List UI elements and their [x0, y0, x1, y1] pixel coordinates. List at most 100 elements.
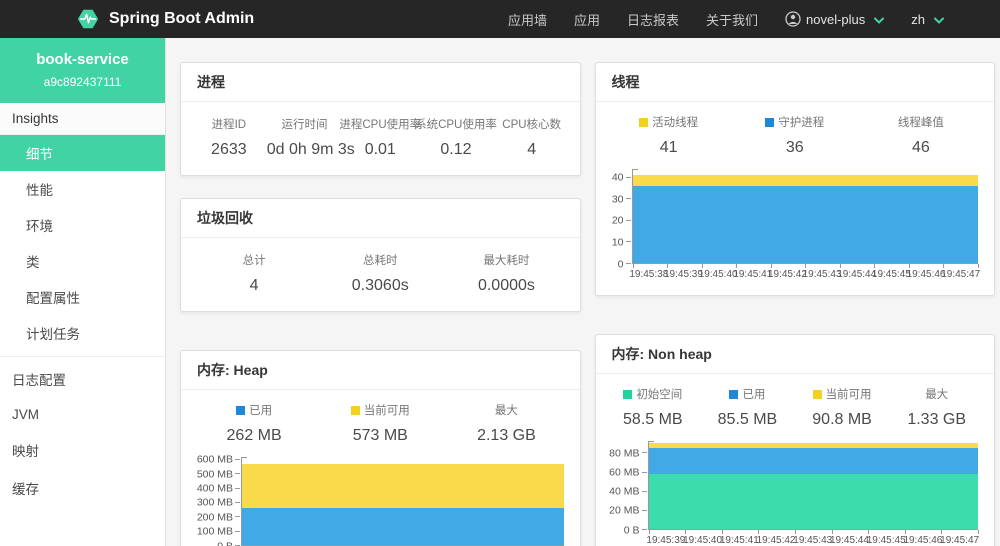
x-tick-label: 19:45:47	[940, 535, 980, 546]
y-axis: 0 B 20 MB 40 MB 60 MB 80 MB	[602, 441, 648, 535]
x-axis-labels: 19:45:39 19:45:40 19:45:41 19:45:42 19:45:43…	[646, 530, 980, 546]
x-tick-label: 19:45:45	[871, 269, 911, 280]
y-tick-mark	[625, 176, 631, 178]
sidebar-item-loggers[interactable]: 日志配置	[0, 360, 165, 398]
language-selector[interactable]: zh	[911, 12, 944, 27]
language-label: zh	[911, 11, 925, 27]
nonheap-card-title: 内存: Non heap	[595, 335, 994, 374]
sidebar-item-mappings[interactable]: 映射	[0, 431, 165, 469]
instance-id: a9c892437111	[43, 75, 122, 89]
stat-nonheap-initial: 初始空间 58.5 MB	[623, 389, 683, 428]
x-tick-label: 19:45:40	[683, 535, 723, 546]
x-tick-label: 19:45:44	[830, 535, 869, 546]
y-tick-label: 0	[617, 257, 624, 270]
area-series	[242, 507, 564, 545]
sidebar-item-caches[interactable]: 缓存	[0, 469, 165, 507]
user-icon	[785, 11, 801, 27]
sidebar-item-scheduled-tasks[interactable]: 计划任务	[0, 315, 165, 351]
user-menu[interactable]: novel-plus	[785, 11, 885, 27]
y-tick-label: 40	[611, 171, 624, 184]
process-card: 进程 进程ID 2633 运行时间 0d 0h 9m 3s 进程CPU使用率 0…	[180, 62, 581, 176]
y-tick-mark	[235, 501, 240, 503]
nonheap-legend: 初始空间 58.5 MB 已用 85.5 MB 当前可用 90.8 MB 最大 …	[596, 374, 995, 441]
main-content: 进程 进程ID 2633 运行时间 0d 0h 9m 3s 进程CPU使用率 0…	[166, 38, 1000, 546]
x-tick-label: 19:45:38	[629, 269, 669, 280]
threads-card-title: 线程	[595, 63, 994, 102]
legend-swatch	[639, 117, 649, 127]
y-tick-mark	[625, 219, 631, 221]
nav-item-wallboard[interactable]: 应用墙	[508, 10, 547, 29]
gc-card: 垃圾回收 总计 4 总耗时 0.3060s 最大耗时 0.0000s	[180, 198, 581, 312]
sidebar-item-classes[interactable]: 类	[0, 243, 165, 279]
y-tick-label: 200 MB	[196, 511, 233, 524]
legend-swatch	[236, 405, 246, 415]
stat-system-cpu: 系统CPU使用率 0.12	[415, 119, 497, 158]
top-navbar: Spring Boot Admin 应用墙 应用 日志报表 关于我们 novel…	[0, 0, 1000, 38]
y-tick-mark	[625, 263, 631, 264]
stat-pid: 进程ID 2633	[211, 119, 247, 158]
y-tick-label: 40 MB	[609, 485, 640, 498]
area-series	[632, 175, 978, 187]
y-tick-label: 0 B	[623, 523, 640, 536]
y-tick-mark	[235, 530, 240, 532]
brand-title: Spring Boot Admin	[109, 10, 255, 27]
chevron-down-icon	[874, 12, 885, 27]
x-tick-label: 19:45:43	[802, 269, 842, 280]
x-tick-label: 19:45:45	[866, 535, 906, 546]
gc-card-title: 垃圾回收	[181, 199, 580, 238]
process-card-title: 进程	[181, 63, 580, 102]
heap-memory-chart: 0 B 100 MB 200 MB 300 MB 400 MB 500 MB 600 MB …	[181, 455, 580, 546]
user-name: novel-plus	[806, 11, 866, 27]
x-tick-label: 19:45:44	[837, 269, 877, 280]
threads-legend: 活动线程 41 守护进程 36 线程峰值 46	[596, 102, 995, 169]
y-tick-mark	[641, 509, 647, 511]
spring-boot-admin-logo-icon	[76, 7, 100, 31]
stat-live-threads: 活动线程 41	[606, 114, 732, 157]
y-tick-label: 30	[611, 192, 624, 205]
stat-daemon-threads: 守护进程 36	[732, 114, 858, 157]
sidebar-item-config-properties[interactable]: 配置属性	[0, 279, 165, 315]
area-series	[648, 448, 978, 474]
chevron-down-icon	[934, 12, 944, 27]
nav-item-applications[interactable]: 应用	[574, 10, 600, 29]
sidebar-item-environment[interactable]: 环境	[0, 207, 165, 243]
plot-area	[631, 169, 979, 268]
brand[interactable]: Spring Boot Admin	[76, 7, 254, 31]
stat-process-cpu: 进程CPU使用率 0.01	[339, 119, 422, 158]
sidebar-item-performance[interactable]: 性能	[0, 171, 165, 207]
y-tick-mark	[235, 487, 240, 489]
area-series	[242, 463, 564, 508]
y-tick-label: 400 MB	[196, 482, 233, 495]
area-series	[648, 443, 978, 449]
threads-card: 线程 活动线程 41 守护进程 36 线程峰值 46 0 10 20 30 40…	[594, 62, 995, 296]
y-tick-mark	[625, 241, 631, 243]
y-tick-label: 500 MB	[196, 467, 233, 480]
heap-legend: 已用 262 MB 当前可用 573 MB 最大 2.13 GB	[181, 390, 580, 457]
y-tick-label: 80 MB	[609, 447, 640, 460]
stat-heap-used: 已用 262 MB	[226, 405, 282, 444]
x-tick-label: 19:45:40	[698, 269, 738, 280]
sidebar-item-jvm[interactable]: JVM	[0, 398, 165, 431]
legend-swatch	[812, 389, 822, 399]
y-tick-mark	[235, 473, 240, 475]
instance-header: book-service a9c892437111	[0, 38, 165, 103]
legend-swatch	[765, 117, 775, 127]
nav-item-log-report[interactable]: 日志报表	[627, 10, 679, 29]
sidebar: book-service a9c892437111 Insights 细节 性能…	[0, 38, 166, 546]
x-tick-label: 19:45:39	[646, 535, 686, 546]
nonheap-memory-card: 内存: Non heap 初始空间 58.5 MB 已用 85.5 MB 当前可…	[594, 334, 995, 546]
groups-menu: 日志配置 JVM 映射 缓存	[0, 356, 165, 507]
stat-nonheap-used: 已用 85.5 MB	[717, 389, 778, 428]
legend-swatch	[623, 389, 633, 399]
heap-memory-card: 内存: Heap 已用 262 MB 当前可用 573 MB 最大 2.13 G…	[180, 350, 581, 546]
stat-gc-total-time: 总耗时 0.3060s	[351, 255, 409, 294]
x-tick-label: 19:45:39	[664, 269, 703, 280]
right-column: 线程 活动线程 41 守护进程 36 线程峰值 46 0 10 20 30 40…	[594, 62, 995, 546]
nav-item-about[interactable]: 关于我们	[706, 10, 758, 29]
x-tick-label: 19:45:42	[756, 535, 796, 546]
sidebar-item-details[interactable]: 细节	[0, 135, 165, 171]
y-tick-label: 0 B	[217, 539, 233, 546]
x-tick-label: 19:45:41	[719, 535, 759, 546]
left-column: 进程 进程ID 2633 运行时间 0d 0h 9m 3s 进程CPU使用率 0…	[180, 62, 581, 546]
y-tick-label: 10	[611, 236, 624, 249]
